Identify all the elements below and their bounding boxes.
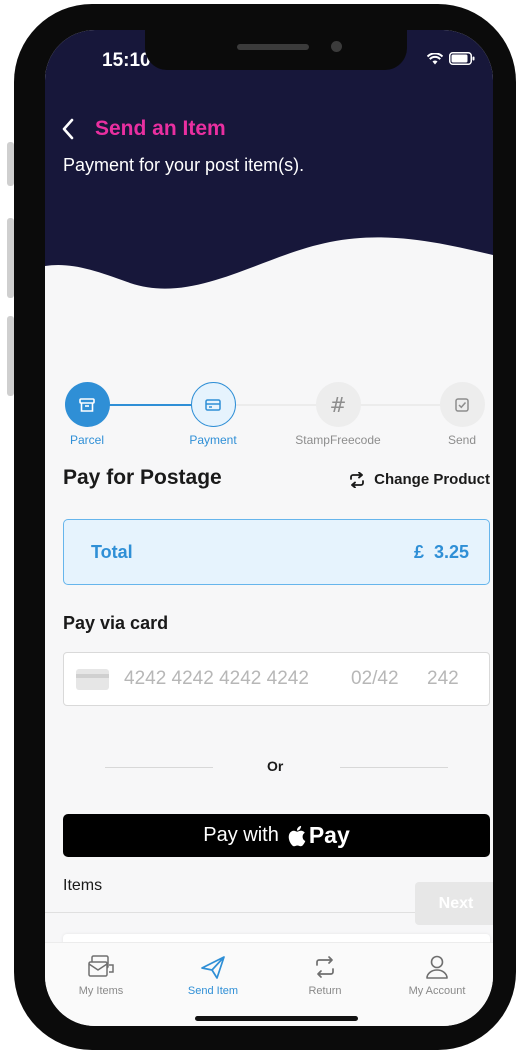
total-label: Total	[91, 541, 133, 562]
bottom-tab-bar: My Items Send Item Return My Account	[45, 942, 493, 1026]
step-send[interactable]: Send	[417, 382, 493, 447]
check-square-icon	[455, 397, 469, 412]
status-time: 15:10	[102, 50, 151, 71]
or-label: Or	[267, 758, 284, 774]
header-wave-background	[45, 30, 493, 289]
step-circle-stampfreecode: #	[315, 382, 361, 427]
card-number-placeholder[interactable]: 4242 4242 4242 4242	[124, 668, 351, 690]
step-label-send: Send	[447, 433, 477, 447]
total-value: £ 3.25	[413, 541, 469, 562]
page-header: 15:10 Send an Item Payment for your post…	[45, 30, 493, 330]
app-screen: 15:10 Send an Item Payment for your post…	[45, 30, 493, 1026]
side-button-volume-up	[7, 218, 14, 298]
tab-return[interactable]: Return	[269, 953, 381, 997]
apple-logo-icon	[288, 825, 306, 846]
progress-stepper: Parcel Payment # StampFreecode Send	[45, 382, 493, 452]
step-circle-parcel	[64, 382, 110, 427]
credit-card-icon	[205, 398, 221, 411]
apple-pay-brand: Pay	[287, 822, 350, 849]
divider-line-left	[105, 767, 213, 768]
wifi-icon	[427, 52, 443, 64]
chevron-left-icon	[62, 118, 74, 140]
card-expiry-placeholder[interactable]: 02/42	[351, 668, 427, 690]
page-subtitle: Payment for your post item(s).	[63, 155, 305, 175]
tab-label-my-items: My Items	[78, 985, 124, 997]
change-product-button[interactable]: Change Product	[348, 471, 490, 488]
pay-via-card-heading: Pay via card	[63, 613, 169, 633]
side-button-volume-down	[7, 316, 14, 396]
step-payment[interactable]: Payment	[168, 382, 258, 447]
back-button[interactable]	[59, 116, 81, 142]
pay-for-postage-heading: Pay for Postage	[63, 466, 222, 489]
battery-icon	[449, 52, 475, 65]
archive-box-icon	[79, 397, 95, 412]
items-label: Items	[63, 877, 103, 894]
card-cvc-placeholder[interactable]: 242	[427, 668, 459, 690]
tab-my-account[interactable]: My Account	[381, 953, 493, 997]
speaker-grille	[237, 44, 309, 50]
step-label-parcel: Parcel	[69, 433, 104, 447]
my-items-icon	[88, 955, 114, 977]
card-input-field[interactable]: 4242 4242 4242 4242 02/42 242	[63, 652, 490, 706]
hash-icon: #	[329, 392, 347, 417]
step-stampfreecode[interactable]: # StampFreecode	[293, 382, 383, 447]
swap-arrows-icon	[350, 471, 365, 488]
or-divider: Or	[45, 758, 493, 778]
tab-send-item[interactable]: Send Item	[157, 953, 269, 997]
step-parcel[interactable]: Parcel	[45, 382, 132, 447]
change-product-label: Change Product	[374, 471, 490, 488]
status-icons	[427, 52, 475, 65]
step-circle-send	[439, 382, 485, 427]
account-icon	[426, 955, 448, 979]
step-circle-payment	[190, 382, 236, 427]
side-button-mute	[7, 142, 14, 186]
apple-pay-brand-text: Pay	[308, 822, 350, 848]
next-button[interactable]: Next	[415, 882, 493, 925]
device-notch	[145, 30, 407, 70]
return-icon	[316, 956, 334, 978]
tab-label-send-item: Send Item	[187, 985, 239, 997]
home-indicator	[195, 1016, 358, 1021]
apple-pay-prefix: Pay with	[203, 824, 279, 846]
tab-label-return: Return	[308, 985, 342, 997]
card-brand-icon	[76, 668, 109, 690]
total-summary: Total £ 3.25	[63, 519, 490, 585]
divider-line-right	[340, 767, 448, 768]
front-camera	[331, 41, 342, 52]
tab-my-items[interactable]: My Items	[45, 953, 157, 997]
step-label-stampfreecode: StampFreecode	[295, 433, 381, 447]
page-title: Send an Item	[95, 117, 226, 140]
tab-label-my-account: My Account	[408, 985, 466, 997]
apple-pay-button[interactable]: Pay with Pay	[63, 814, 490, 857]
step-label-payment: Payment	[189, 433, 237, 447]
send-icon	[201, 956, 225, 979]
